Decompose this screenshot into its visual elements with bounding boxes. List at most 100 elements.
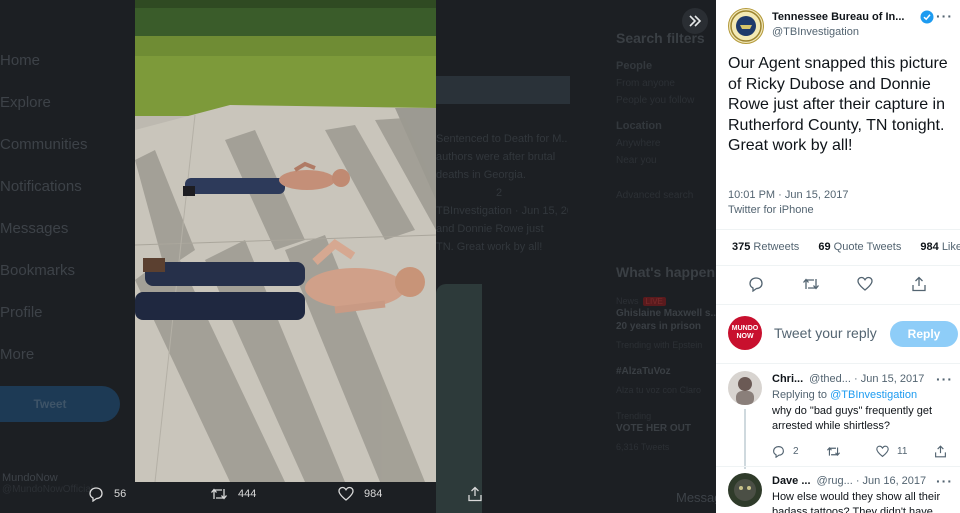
reply-like-button[interactable]: 11 bbox=[876, 445, 907, 458]
reply-button[interactable] bbox=[748, 276, 764, 297]
tweet-text: Our Agent snapped this picture of Ricky … bbox=[728, 55, 948, 154]
retweet-button[interactable] bbox=[802, 276, 820, 297]
location-option: Near you bbox=[616, 155, 657, 166]
share-icon bbox=[912, 276, 926, 292]
likes-stat[interactable]: 984 Likes bbox=[920, 241, 960, 253]
tweet-stats: 375 Retweets 69 Quote Tweets 984 Likes bbox=[732, 241, 960, 253]
reply-more-button[interactable]: ··· bbox=[936, 473, 953, 489]
share-icon bbox=[935, 445, 946, 458]
reply-submit-button[interactable]: Reply bbox=[890, 321, 958, 347]
background-tweets: Sentenced to Death for M... authors were… bbox=[436, 130, 568, 256]
like-button[interactable] bbox=[857, 276, 873, 297]
account-name: MundoNow bbox=[2, 472, 58, 484]
media-share-button[interactable] bbox=[467, 486, 493, 502]
people-option: From anyone bbox=[616, 78, 675, 89]
trend-extra: Alza tu voz con Claro bbox=[616, 385, 702, 395]
author-name[interactable]: Tennessee Bureau of In... bbox=[772, 11, 904, 23]
reply-actions: 2 11 bbox=[772, 445, 952, 459]
more-options-button[interactable]: ··· bbox=[936, 8, 953, 24]
background-line: and Donnie Rowe just bbox=[436, 223, 544, 235]
location-option: Anywhere bbox=[616, 138, 661, 149]
reply-avatar-image bbox=[728, 371, 762, 405]
trend-title: Ghislaine Maxwell s... bbox=[616, 308, 716, 319]
retweet-icon bbox=[803, 278, 819, 290]
reply-like-count: 11 bbox=[897, 446, 908, 457]
verified-badge-icon bbox=[920, 10, 934, 24]
advanced-search-link: Advanced search bbox=[616, 190, 694, 201]
retweets-stat[interactable]: 375 Retweets bbox=[732, 241, 799, 253]
author-avatar[interactable] bbox=[728, 8, 764, 44]
reply-more-button[interactable]: ··· bbox=[936, 371, 953, 387]
tweet-detail-panel: Tennessee Bureau of In... @TBInvestigati… bbox=[716, 0, 960, 513]
tbi-seal-icon bbox=[730, 10, 762, 42]
reply-tweet[interactable]: Chri... @thed... · Jun 15, 2017 ··· Reply… bbox=[728, 371, 953, 469]
background-line: TBInvestigation · Jun 15, 2017 bbox=[436, 205, 568, 217]
heart-icon bbox=[338, 486, 354, 501]
media-like-button[interactable]: 984 bbox=[338, 486, 382, 502]
photo-image bbox=[135, 0, 436, 482]
background-line: deaths in Georgia. bbox=[436, 169, 526, 181]
nav-profile: Profile bbox=[0, 304, 43, 321]
share-button[interactable] bbox=[911, 276, 927, 297]
location-label: Location bbox=[616, 120, 662, 132]
reply-tweet[interactable]: Dave ... @rug... · Jun 16, 2017 ··· How e… bbox=[728, 473, 952, 513]
author-handle[interactable]: @TBInvestigation bbox=[772, 26, 859, 38]
user-avatar[interactable]: MUNDO NOW bbox=[728, 316, 762, 350]
reply-retweet-button[interactable] bbox=[826, 445, 849, 458]
tweet-source[interactable]: Twitter for iPhone bbox=[728, 203, 848, 218]
media-reply-count: 56 bbox=[114, 488, 127, 500]
media-like-count: 984 bbox=[364, 488, 383, 500]
retweet-icon bbox=[826, 446, 841, 457]
replying-to-link[interactable]: @TBInvestigation bbox=[830, 389, 917, 401]
nav-more: More bbox=[0, 346, 35, 363]
reply-share-button[interactable] bbox=[934, 445, 955, 458]
trend-extra: Trending with Epstein bbox=[616, 340, 703, 350]
background-line: Sentenced to Death for M... bbox=[436, 133, 568, 145]
media-retweet-count: 444 bbox=[238, 488, 257, 500]
share-icon bbox=[468, 486, 482, 502]
reply-avatar[interactable] bbox=[728, 371, 762, 405]
background-media bbox=[436, 284, 482, 513]
divider bbox=[716, 265, 960, 266]
reply-reply-count: 2 bbox=[793, 446, 799, 457]
media-retweet-button[interactable]: 444 bbox=[210, 486, 256, 502]
background-nav: Home Explore Communities Notifications M… bbox=[0, 40, 140, 376]
reply-text: why do "bad guys" frequently get arreste… bbox=[772, 405, 933, 432]
next-button[interactable] bbox=[682, 8, 708, 34]
reply-date[interactable]: Jun 15, 2017 bbox=[861, 373, 925, 385]
replying-to: Replying to @TBInvestigation bbox=[772, 389, 918, 401]
reply-avatar-image bbox=[728, 473, 762, 507]
reply-icon bbox=[89, 487, 103, 502]
divider bbox=[716, 363, 960, 364]
chevrons-right-icon bbox=[689, 15, 702, 27]
tweet-timestamp[interactable]: 10:01 PM · Jun 15, 2017 bbox=[728, 188, 848, 203]
whats-happening-title: What's happening bbox=[616, 264, 716, 280]
heart-icon bbox=[876, 445, 889, 458]
trend-extra: 6,316 Tweets bbox=[616, 442, 670, 452]
background-tab-bar bbox=[436, 76, 570, 104]
nav-bookmarks: Bookmarks bbox=[0, 262, 76, 279]
reply-input[interactable]: Tweet your reply bbox=[774, 325, 877, 341]
people-option: People you follow bbox=[616, 95, 695, 106]
reply-date[interactable]: Jun 16, 2017 bbox=[863, 475, 927, 487]
tweet-meta: 10:01 PM · Jun 15, 2017 Twitter for iPho… bbox=[728, 188, 848, 218]
background-search-filters: Search filters People From anyone People… bbox=[616, 30, 716, 201]
quote-tweets-stat[interactable]: 69 Quote Tweets bbox=[818, 241, 901, 253]
reply-reply-button[interactable]: 2 bbox=[772, 445, 799, 458]
divider bbox=[716, 466, 960, 467]
retweet-icon bbox=[211, 488, 227, 500]
reply-avatar[interactable] bbox=[728, 473, 762, 507]
reply-author-name[interactable]: Dave ... bbox=[772, 475, 811, 487]
nav-explore: Explore bbox=[0, 94, 51, 111]
reply-author-name[interactable]: Chri... bbox=[772, 373, 803, 385]
media-action-bar: 56 444 984 bbox=[0, 486, 716, 513]
reply-icon bbox=[749, 277, 763, 293]
reply-handle[interactable]: @thed... bbox=[809, 373, 851, 385]
reply-handle[interactable]: @rug... bbox=[817, 475, 853, 487]
reply-header: Chri... @thed... · Jun 15, 2017 bbox=[772, 373, 925, 385]
reply-text: How else would they show all their badas… bbox=[772, 491, 941, 513]
trend-title-2: 20 years in prison bbox=[616, 321, 702, 332]
background-trends: What's happening NewsLIVE Ghislaine Maxw… bbox=[616, 264, 716, 452]
media-reply-button[interactable]: 56 bbox=[88, 486, 126, 502]
tweet-photo[interactable] bbox=[135, 0, 436, 482]
